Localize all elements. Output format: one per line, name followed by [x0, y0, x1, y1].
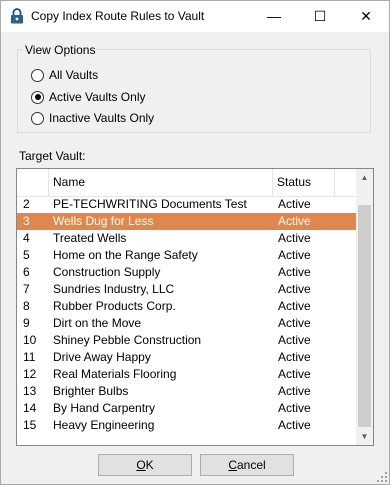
row-status: Active — [278, 282, 311, 296]
row-status: Active — [278, 231, 311, 245]
scrollbar-thumb[interactable] — [358, 205, 371, 427]
list-row[interactable]: 11 Drive Away Happy Active — [17, 349, 357, 366]
row-number: 2 — [23, 197, 30, 211]
list-row[interactable]: 7 Sundries Industry, LLC Active — [17, 281, 357, 298]
list-header: Name Status — [17, 169, 357, 197]
row-number: 10 — [23, 333, 37, 347]
row-number: 4 — [23, 231, 30, 245]
row-status: Active — [278, 350, 311, 364]
row-status: Active — [278, 299, 311, 313]
column-header-status[interactable]: Status — [273, 169, 335, 196]
row-status: Active — [278, 316, 311, 330]
radio-all-vaults[interactable]: All Vaults — [31, 67, 98, 83]
row-name: Sundries Industry, LLC — [53, 282, 175, 296]
view-options-label: View Options — [23, 43, 98, 57]
row-number: 8 — [23, 299, 30, 313]
row-name: Home on the Range Safety — [53, 248, 198, 262]
target-vault-label: Target Vault: — [19, 149, 86, 163]
list-row[interactable]: 13 Brighter Bulbs Active — [17, 383, 357, 400]
row-status: Active — [278, 197, 311, 211]
radio-label: Active Vaults Only — [49, 90, 146, 104]
radio-inactive-vaults-only[interactable]: Inactive Vaults Only — [31, 110, 154, 126]
radio-button-icon — [31, 111, 44, 125]
window-title: Copy Index Route Rules to Vault — [31, 9, 205, 23]
row-number: 5 — [23, 248, 30, 262]
close-button[interactable]: ✕ — [343, 1, 389, 32]
row-number: 3 — [23, 214, 30, 228]
column-header-name[interactable]: Name — [49, 169, 273, 196]
scroll-down-arrow-icon[interactable]: ▼ — [356, 428, 373, 445]
scroll-up-arrow-icon[interactable]: ▲ — [356, 169, 373, 186]
minimize-button[interactable]: — — [251, 1, 297, 32]
resize-grip-icon[interactable] — [377, 472, 387, 482]
row-number: 15 — [23, 418, 37, 432]
row-name: By Hand Carpentry — [53, 401, 156, 415]
title-bar[interactable]: Copy Index Route Rules to Vault — ☐ ✕ — [1, 1, 389, 32]
vertical-scrollbar[interactable]: ▲ ▼ — [356, 169, 373, 445]
list-row[interactable]: 3 Wells Dug for Less Active — [17, 213, 357, 230]
row-status: Active — [278, 333, 311, 347]
radio-label: Inactive Vaults Only — [49, 111, 155, 125]
row-name: Wells Dug for Less — [53, 214, 154, 228]
list-row[interactable]: 12 Real Materials Flooring Active — [17, 366, 357, 383]
list-row[interactable]: 2 PE-TECHWRITING Documents Test Active — [17, 196, 357, 213]
row-status: Active — [278, 214, 311, 228]
radio-active-vaults-only[interactable]: Active Vaults Only — [31, 89, 145, 105]
target-vault-list[interactable]: Name Status 2 PE-TECHWRITING Documents Te… — [16, 168, 374, 446]
radio-button-selected-icon — [31, 90, 44, 104]
list-row[interactable]: 5 Home on the Range Safety Active — [17, 247, 357, 264]
list-row[interactable]: 10 Shiney Pebble Construction Active — [17, 332, 357, 349]
ok-button[interactable]: OK — [98, 454, 192, 476]
row-name: Treated Wells — [53, 231, 127, 245]
row-name: Rubber Products Corp. — [53, 299, 176, 313]
radio-button-icon — [31, 68, 44, 82]
list-row[interactable]: 14 By Hand Carpentry Active — [17, 400, 357, 417]
dialog-window: Copy Index Route Rules to Vault — ☐ ✕ Vi… — [0, 0, 390, 485]
list-row[interactable]: 4 Treated Wells Active — [17, 230, 357, 247]
row-name: Drive Away Happy — [53, 350, 151, 364]
lock-icon — [11, 8, 23, 24]
list-row[interactable]: 15 Heavy Engineering Active — [17, 417, 357, 434]
list-row[interactable]: 6 Construction Supply Active — [17, 264, 357, 281]
row-status: Active — [278, 265, 311, 279]
row-name: PE-TECHWRITING Documents Test — [53, 197, 247, 211]
row-name: Dirt on the Move — [53, 316, 142, 330]
row-status: Active — [278, 367, 311, 381]
row-number: 14 — [23, 401, 37, 415]
row-number: 7 — [23, 282, 30, 296]
row-name: Brighter Bulbs — [53, 384, 129, 398]
row-status: Active — [278, 401, 311, 415]
row-status: Active — [278, 418, 311, 432]
row-number: 12 — [23, 367, 37, 381]
radio-label: All Vaults — [49, 68, 99, 82]
maximize-button[interactable]: ☐ — [297, 1, 343, 32]
row-name: Heavy Engineering — [53, 418, 155, 432]
row-number: 13 — [23, 384, 37, 398]
row-name: Construction Supply — [53, 265, 161, 279]
row-name: Real Materials Flooring — [53, 367, 177, 381]
list-row[interactable]: 8 Rubber Products Corp. Active — [17, 298, 357, 315]
row-number: 11 — [23, 350, 36, 364]
list-row[interactable]: 9 Dirt on the Move Active — [17, 315, 357, 332]
cancel-button[interactable]: Cancel — [200, 454, 294, 476]
row-name: Shiney Pebble Construction — [53, 333, 202, 347]
row-number: 9 — [23, 316, 30, 330]
row-number: 6 — [23, 265, 30, 279]
column-header-number[interactable] — [17, 169, 49, 196]
row-status: Active — [278, 384, 311, 398]
row-status: Active — [278, 248, 311, 262]
